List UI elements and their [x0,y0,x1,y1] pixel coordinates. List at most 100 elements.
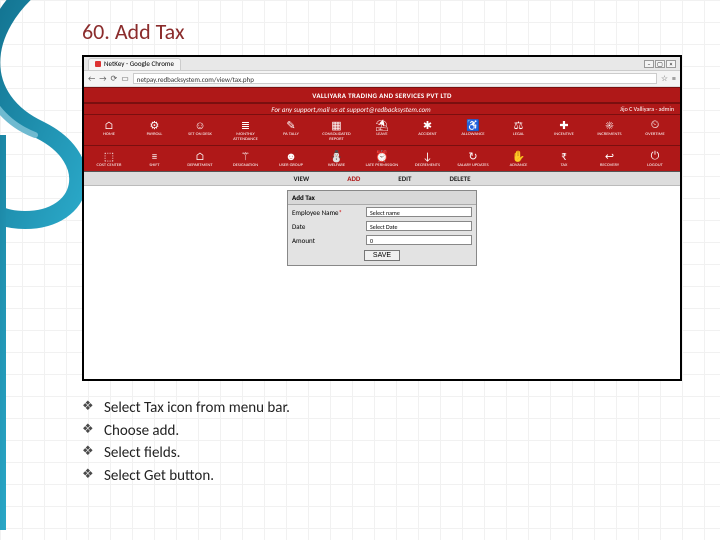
menu-item-payroll[interactable]: ⚙PAYROLL [134,117,176,143]
home-icon: ⌂ [102,118,116,132]
menu-item-overtime[interactable]: ⏲OVERTIME [634,117,676,143]
menu-item-decrements[interactable]: ↓DECREMENTS [407,148,449,169]
form-title: Add Tax [288,191,476,205]
menu-label: SET ON DESK [188,132,212,137]
tab-add[interactable]: ADD [347,174,360,183]
date-input[interactable]: Select Date [366,221,472,231]
logged-user: Jijo C Valliyara - admin [620,105,674,113]
menu-item-legal[interactable]: ⚖LEGAL [498,117,540,143]
save-button[interactable]: SAVE [364,250,400,261]
page-icon: ▭ [121,74,129,84]
designation-icon: ⚚ [238,149,252,163]
increments-icon: ☀ [602,118,616,132]
menu-item-pa-tally[interactable]: ✎PA TALLY [270,117,312,143]
menu-label: LEAVE [376,132,387,137]
menu-item-recovery[interactable]: ↩RECOVERY [589,148,631,169]
legal-icon: ⚖ [511,118,525,132]
incentive-icon: ✚ [557,118,571,132]
browser-screenshot: NetKey - Google Chrome – ▢ × ← → ⟳ ▭ net… [82,55,682,381]
welfare-icon: ⛄ [329,149,343,163]
chrome-titlebar: NetKey - Google Chrome – ▢ × [84,57,680,71]
menu-label: RECOVERY [600,163,619,168]
forward-icon[interactable]: → [99,74,106,84]
menu-item-allowance[interactable]: ♿ALLOWANCE [452,117,494,143]
menu-item-cost-center[interactable]: ⬚COST CENTER [88,148,130,169]
menu-item-late-permission[interactable]: ⏰LATE PERMISSION [361,148,403,169]
department-icon: ⌂ [193,149,207,163]
window-controls: – ▢ × [644,60,676,68]
menu-label: MONTHLY ATTENDANCE [225,132,267,142]
add-tax-form: Add Tax Employee Name* Select name Date … [287,190,477,266]
menu-label: SALARY UPDATES [457,163,488,168]
leave-icon: ⛱ [375,118,389,132]
menu-label: TAX [561,163,568,168]
menu-item-home[interactable]: ⌂HOME [88,117,130,143]
reload-icon[interactable]: ⟳ [111,74,118,84]
menu-label: OVERTIME [645,132,664,137]
cost-center-icon: ⬚ [102,149,116,163]
amount-input[interactable]: 0 [366,235,472,245]
window-maximize-icon[interactable]: ▢ [655,60,665,68]
url-input[interactable]: netpay.redbacksystem.com/view/tax.php [133,73,657,84]
site-subheader: For any support,mail us at support@redba… [84,103,680,115]
menu-item-department[interactable]: ⌂DEPARTMENT [179,148,221,169]
accident-icon: ✱ [420,118,434,132]
instruction-item: Select Get button. [82,465,690,488]
menu-item-increments[interactable]: ☀INCREMENTS [589,117,631,143]
menu-label: LOGOUT [647,163,663,168]
back-icon[interactable]: ← [88,74,95,84]
menu-item-welfare[interactable]: ⛄WELFARE [316,148,358,169]
window-minimize-icon[interactable]: – [644,60,654,68]
favicon-icon [95,61,101,67]
menu-row-1: ⌂HOME⚙PAYROLL☺SET ON DESK≣MONTHLY ATTEND… [84,115,680,146]
sub-tab-bar: VIEW ADD EDIT DELETE [84,172,680,186]
window-close-icon[interactable]: × [666,60,676,68]
menu-item-set-on-desk[interactable]: ☺SET ON DESK [179,117,221,143]
overtime-icon: ⏲ [648,118,662,132]
menu-label: DEPARTMENT [187,163,212,168]
company-name: VALLIYARA TRADING AND SERVICES PVT LTD [90,91,674,100]
menu-label: USER GROUP [279,163,303,168]
menu-item-leave[interactable]: ⛱LEAVE [361,117,403,143]
menu-item-designation[interactable]: ⚚DESIGNATION [225,148,267,169]
menu-item-salary-updates[interactable]: ↻SALARY UPDATES [452,148,494,169]
menu-label: INCENTIVE [554,132,574,137]
menu-item-logout[interactable]: ⏻LOGOUT [634,148,676,169]
consolidated-report-icon: ▦ [329,118,343,132]
menu-label: DECREMENTS [415,163,440,168]
shift-icon: ≡ [147,149,161,163]
menu-item-monthly-attendance[interactable]: ≣MONTHLY ATTENDANCE [225,117,267,143]
menu-label: PAYROLL [147,132,163,137]
payroll-icon: ⚙ [147,118,161,132]
menu-item-consolidated-report[interactable]: ▦CONSOLIDATED REPORT [316,117,358,143]
menu-label: SHIFT [149,163,159,168]
browser-tab[interactable]: NetKey - Google Chrome [88,58,181,70]
support-text: For any support,mail us at support@redba… [90,105,612,114]
instruction-item: Select Tax icon from menu bar. [82,397,690,420]
menu-item-shift[interactable]: ≡SHIFT [134,148,176,169]
menu-label: CONSOLIDATED REPORT [316,132,358,142]
menu-label: PA TALLY [283,132,299,137]
menu-icon[interactable]: ≡ [672,74,676,84]
tab-delete[interactable]: DELETE [449,174,470,183]
menu-item-tax[interactable]: ₹TAX [543,148,585,169]
monthly-attendance-icon: ≣ [238,118,252,132]
menu-item-user-group[interactable]: ☻USER GROUP [270,148,312,169]
menu-item-accident[interactable]: ✱ACCIDENT [407,117,449,143]
bookmark-icon[interactable]: ☆ [661,74,668,84]
instruction-item: Choose add. [82,420,690,443]
site-header: VALLIYARA TRADING AND SERVICES PVT LTD [84,87,680,103]
tab-edit[interactable]: EDIT [398,174,411,183]
date-label: Date [292,222,362,231]
menu-item-incentive[interactable]: ✚INCENTIVE [543,117,585,143]
menu-label: DESIGNATION [233,163,258,168]
employee-select[interactable]: Select name [366,207,472,217]
menu-item-advance[interactable]: ✋ADVANCE [498,148,540,169]
employee-label: Employee Name* [292,208,362,217]
menu-label: WELFARE [328,163,345,168]
menu-label: HOME [103,132,115,137]
instruction-list: Select Tax icon from menu bar.Choose add… [82,397,690,487]
recovery-icon: ↩ [602,149,616,163]
allowance-icon: ♿ [466,118,480,132]
tab-view[interactable]: VIEW [293,174,309,183]
